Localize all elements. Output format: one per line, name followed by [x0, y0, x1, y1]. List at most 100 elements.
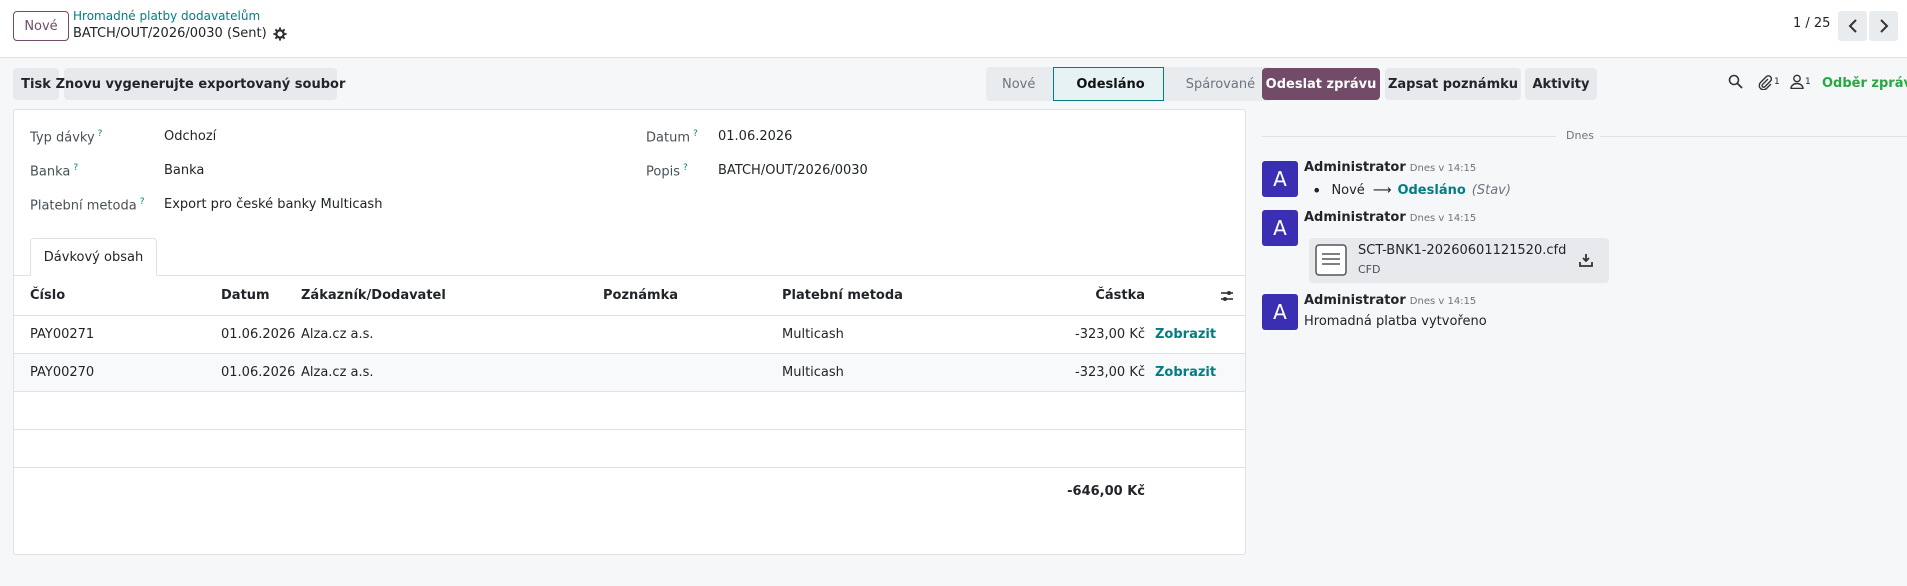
author-name[interactable]: Administrator — [1304, 160, 1406, 175]
stage-reconciled[interactable]: Spárované — [1163, 67, 1274, 101]
col-date[interactable]: Datum — [221, 276, 270, 315]
new-value: Odesláno — [1397, 183, 1466, 198]
arrow-right-icon: ⟶ — [1372, 183, 1392, 198]
new-button[interactable]: Nové — [13, 11, 69, 41]
cell-number: PAY00271 — [30, 327, 95, 342]
avatar[interactable]: A — [1262, 210, 1298, 246]
regenerate-export-button[interactable]: Znovu vygenerujte exportovaný soubor — [56, 68, 345, 100]
table-row[interactable]: PAY00270 01.06.2026 Alza.cz a.s. Multica… — [14, 354, 1245, 392]
message-author: Administrator Dnes v 14:15 — [1304, 160, 1476, 175]
date-value[interactable]: 01.06.2026 — [718, 129, 792, 144]
payment-method-value[interactable]: Export pro české banky Multicash — [164, 197, 382, 212]
total-amount: -646,00 Kč — [1067, 483, 1145, 499]
view-button[interactable]: Zobrazit — [1155, 354, 1216, 391]
empty-row — [14, 430, 1245, 468]
table-row[interactable]: PAY00271 01.06.2026 Alza.cz a.s. Multica… — [14, 316, 1245, 354]
message-time: Dnes v 14:15 — [1409, 163, 1477, 174]
gear-icon[interactable] — [273, 26, 287, 41]
cell-date: 01.06.2026 — [221, 327, 296, 342]
author-name[interactable]: Administrator — [1304, 210, 1406, 225]
record-name: BATCH/OUT/2026/0030 (Sent) — [73, 26, 267, 41]
activities-button[interactable]: Aktivity — [1525, 68, 1597, 100]
bullet-icon: • — [1312, 181, 1322, 200]
cell-method: Multicash — [782, 327, 844, 342]
table-header: Číslo Datum Zákazník/Dodavatel Poznámka … — [14, 276, 1245, 316]
help-tooltip[interactable]: ? — [140, 197, 145, 207]
file-icon — [1315, 244, 1347, 276]
status-bar: Nové Odesláno Spárované — [986, 67, 1274, 101]
col-method[interactable]: Platební metoda — [782, 276, 903, 315]
description-value[interactable]: BATCH/OUT/2026/0030 — [718, 163, 868, 178]
bank-label: Banka? — [30, 163, 79, 180]
payments-table: Číslo Datum Zákazník/Dodavatel Poznámka … — [14, 276, 1245, 506]
column-settings-icon[interactable] — [1220, 276, 1234, 315]
followers-count: 1 — [1805, 76, 1811, 87]
cell-method: Multicash — [782, 365, 844, 380]
cell-amount: -323,00 Kč — [1075, 365, 1145, 380]
author-name[interactable]: Administrator — [1304, 293, 1406, 308]
date-divider: Dnes — [1566, 129, 1594, 142]
message-author: Administrator Dnes v 14:15 — [1304, 293, 1476, 308]
attachment-ext: CFD — [1358, 263, 1381, 276]
breadcrumb-link[interactable]: Hromadné platby dodavatelům — [73, 9, 260, 23]
followers-button[interactable]: 1 — [1790, 74, 1811, 89]
pager-value[interactable]: 1 / 25 — [1793, 16, 1830, 31]
attachment-card[interactable]: SCT-BNK1-20260601121520.cfd CFD — [1309, 238, 1609, 283]
table-footer: -646,00 Kč — [14, 468, 1245, 506]
col-partner[interactable]: Zákazník/Dodavatel — [301, 276, 446, 315]
stage-new[interactable]: Nové — [986, 67, 1054, 101]
pager-next-button[interactable] — [1869, 11, 1898, 41]
cell-partner: Alza.cz a.s. — [301, 365, 374, 380]
attachments-button[interactable]: 1 — [1757, 74, 1780, 90]
search-icon — [1728, 74, 1743, 89]
send-message-button[interactable]: Odeslat zprávu — [1262, 68, 1380, 100]
message-time: Dnes v 14:15 — [1409, 296, 1477, 307]
paperclip-icon — [1758, 75, 1773, 90]
log-note-button[interactable]: Zapsat poznámku — [1385, 68, 1521, 100]
stage-sent[interactable]: Odesláno — [1053, 67, 1164, 101]
control-panel: Nové Hromadné platby dodavatelům BATCH/O… — [0, 0, 1907, 58]
col-amount[interactable]: Částka — [1014, 276, 1145, 315]
field-name: (Stav) — [1471, 183, 1511, 198]
batch-type-value[interactable]: Odchozí — [164, 129, 216, 144]
attachments-count: 1 — [1774, 77, 1780, 87]
help-tooltip[interactable]: ? — [73, 163, 78, 173]
empty-row — [14, 392, 1245, 430]
old-value: Nové — [1331, 183, 1365, 198]
cell-number: PAY00270 — [30, 365, 95, 380]
cell-date: 01.06.2026 — [221, 365, 296, 380]
cell-partner: Alza.cz a.s. — [301, 327, 374, 342]
bank-value[interactable]: Banka — [164, 163, 204, 178]
print-button[interactable]: Tisk — [13, 68, 59, 100]
col-memo[interactable]: Poznámka — [603, 276, 678, 315]
tab-batch-content[interactable]: Dávkový obsah — [30, 238, 157, 276]
help-tooltip[interactable]: ? — [683, 163, 688, 173]
help-tooltip[interactable]: ? — [98, 129, 103, 139]
view-button[interactable]: Zobrazit — [1155, 316, 1216, 353]
date-divider-right — [1600, 136, 1907, 137]
payment-method-label: Platební metoda? — [30, 197, 145, 214]
form-sheet: Typ dávky? Odchozí Banka? Banka Platební… — [13, 109, 1246, 555]
pager-previous-button[interactable] — [1838, 11, 1867, 41]
batch-type-label: Typ dávky? — [30, 129, 103, 146]
message-time: Dnes v 14:15 — [1409, 213, 1477, 224]
chevron-right-icon — [1879, 19, 1888, 33]
download-icon[interactable] — [1579, 253, 1593, 267]
col-number[interactable]: Číslo — [30, 276, 65, 315]
tracking-value: • Nové ⟶ Odesláno (Stav) — [1312, 181, 1511, 200]
chevron-left-icon — [1848, 19, 1857, 33]
help-tooltip[interactable]: ? — [693, 129, 698, 139]
search-messages-button[interactable] — [1728, 74, 1743, 89]
record-title: BATCH/OUT/2026/0030 (Sent) — [73, 26, 287, 41]
cell-amount: -323,00 Kč — [1075, 327, 1145, 342]
avatar[interactable]: A — [1262, 161, 1298, 197]
date-divider-left — [1262, 136, 1556, 137]
attachment-name: SCT-BNK1-20260601121520.cfd — [1358, 243, 1567, 258]
message-author: Administrator Dnes v 14:15 — [1304, 210, 1476, 225]
message-body: Hromadná platba vytvořeno — [1304, 314, 1487, 329]
date-label: Datum? — [646, 129, 698, 146]
follow-button[interactable]: Odběr zpráv — [1822, 76, 1907, 91]
user-icon — [1790, 74, 1804, 89]
description-label: Popis? — [646, 163, 688, 180]
avatar[interactable]: A — [1262, 294, 1298, 330]
